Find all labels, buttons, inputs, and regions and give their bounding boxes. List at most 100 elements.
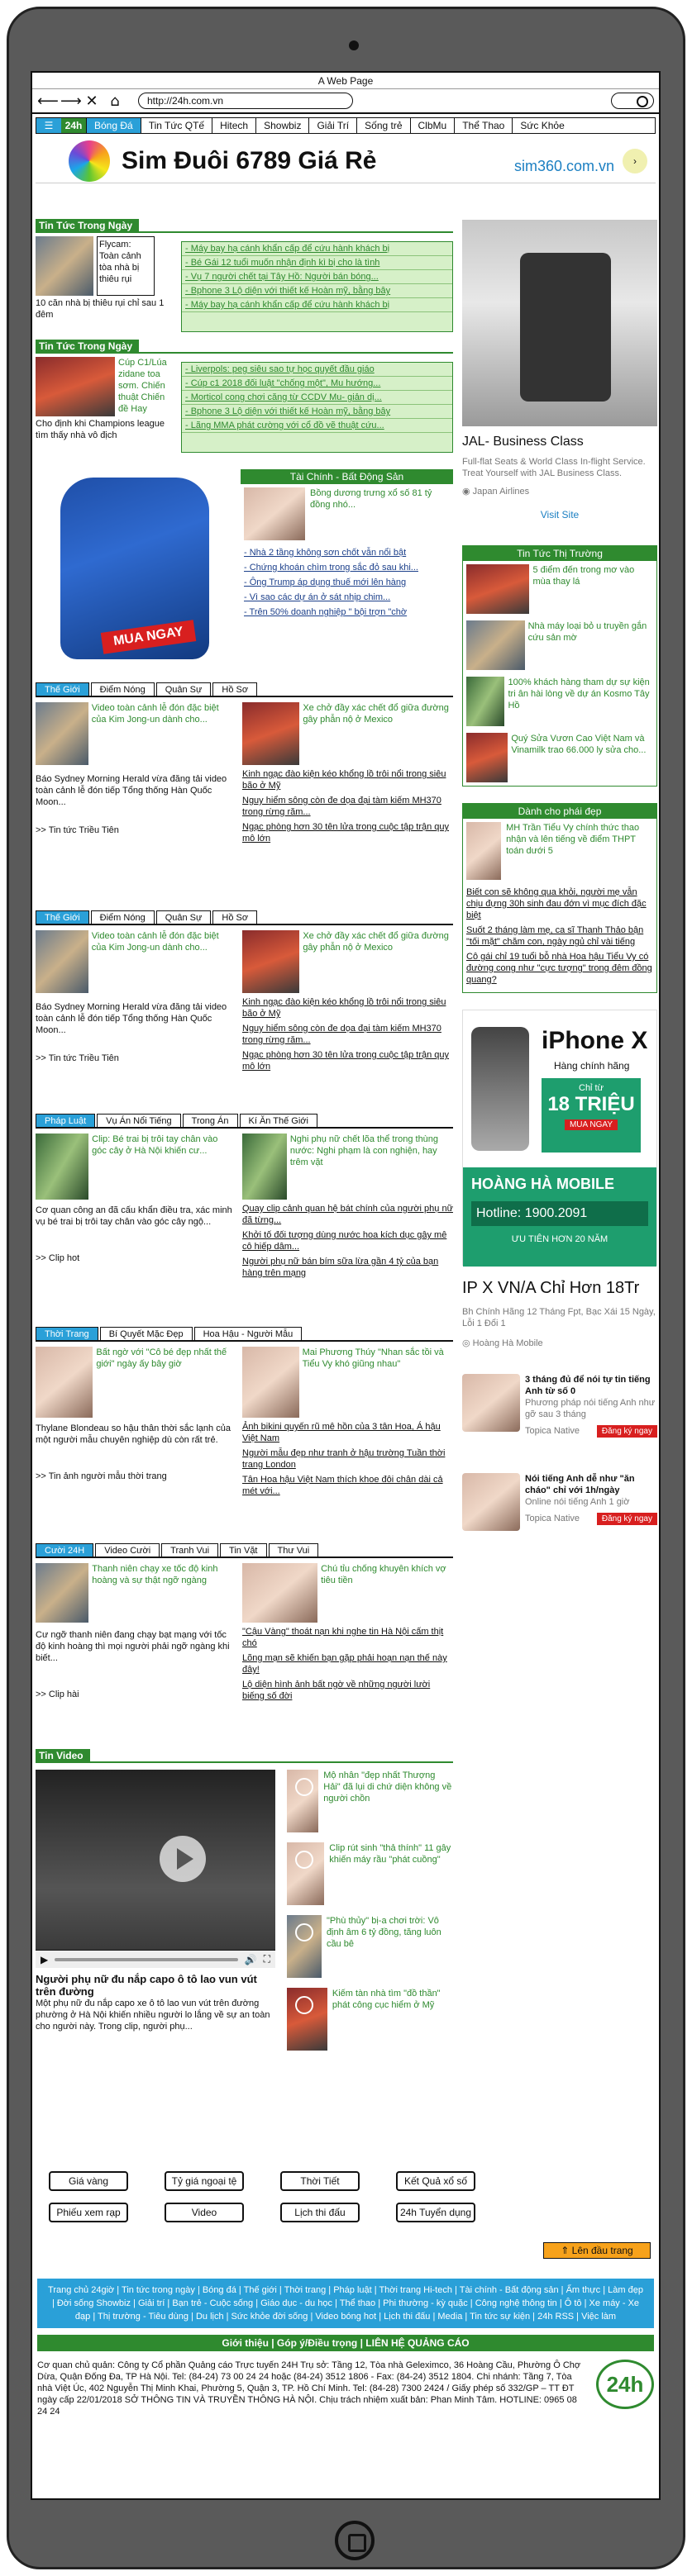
cinema-button[interactable]: Phiếu xem rạp — [49, 2203, 128, 2222]
thitruong-item[interactable]: 5 điểm đến trong mơ vào mùa thay lá — [463, 561, 656, 617]
news-link[interactable]: "Cậu Vàng" thoát nạn khi nghe tin Hà Nội… — [242, 1626, 453, 1649]
article-image[interactable] — [36, 702, 88, 765]
news-link[interactable]: Quay clip cảnh quan hệ bát chính của ngư… — [242, 1203, 453, 1226]
news-link[interactable]: - Máy bay hạ cánh khẩn cấp để cứu hành k… — [182, 298, 452, 312]
taichinh-feature[interactable]: Bồng dương trưng xổ số 81 tỷ đồng nhó... — [241, 484, 453, 544]
news-link[interactable]: Nguy hiểm sông còn đe dọa đại tàm kiếm M… — [242, 1023, 453, 1046]
news-link[interactable]: - Ông Trump áp dụng thuế mới lên hàng — [244, 577, 450, 588]
article-image[interactable] — [36, 1134, 89, 1200]
more-link[interactable]: >> Tin tức Triều Tiên — [36, 825, 234, 836]
play-icon[interactable] — [295, 1996, 313, 2014]
hamburger-icon[interactable]: ☰ — [36, 118, 61, 133]
more-link[interactable]: >> Clip hot — [36, 1252, 234, 1264]
topica-ad[interactable]: Nói tiếng Anh dễ như "ăn cháo" chỉ với 1… — [462, 1473, 657, 1564]
video-item-title[interactable]: Kiếm tàn nhà tìm "đồ thần" phát công cục… — [332, 1988, 453, 2056]
article-caption[interactable]: Chú tỉu chống khuyên khích vợ tiêu tiền — [321, 1563, 453, 1623]
video-item-title[interactable]: Mộ nhân "đẹp nhất Thượng Hải" đã lụi di … — [323, 1770, 453, 1837]
menu-item-showbiz[interactable]: Showbiz — [255, 118, 308, 133]
news-link[interactable]: Cô gái chỉ 19 tuổi bỗ nhà Hoa hậu Tiểu V… — [466, 951, 653, 986]
news-link[interactable]: - Vụ 7 người chết tại Tây Hồ: Người bán … — [182, 270, 452, 284]
thitruong-item[interactable]: Nhà máy loại bỏ u truyền gắn cứu sản mờ — [463, 617, 656, 673]
video-button[interactable]: Video — [165, 2203, 244, 2222]
url-input[interactable]: http://24h.com.vn — [138, 93, 353, 109]
news-link[interactable]: - Lãng MMA phát cường với cổ đồ vẽ thuật… — [182, 419, 452, 433]
video-player[interactable]: ▶ 🔊 ⛶ — [36, 1770, 275, 1968]
tintuc2-feature[interactable]: Cúp C1/Lúa zidane toa sơm. Chiến thuật C… — [36, 357, 176, 466]
news-link[interactable]: Nguy hiểm sông còn đe dọa đại tàm kiếm M… — [242, 795, 453, 818]
article-image[interactable] — [36, 930, 88, 993]
news-link[interactable]: - Bphone 3 Lộ diện với thiết kế Hoàn mỹ,… — [182, 284, 452, 298]
tab-cuoi24h[interactable]: Cười 24H — [36, 1543, 94, 1557]
video-item[interactable]: Kiếm tàn nhà tìm "đồ thần" phát công cục… — [287, 1988, 453, 2056]
article-caption[interactable]: Clip: Bé trai bị trôi tay chân vào góc c… — [92, 1134, 234, 1200]
weather-button[interactable]: Thời Tiết — [280, 2171, 360, 2191]
back-icon[interactable]: ⟵ — [37, 93, 59, 110]
more-link[interactable]: >> Tin ảnh người mẫu thời trang — [36, 1471, 234, 1482]
news-link[interactable]: Người mẫu đẹp như tranh ở hậu trường Tuầ… — [242, 1447, 453, 1471]
tab-hoso[interactable]: Hồ Sơ — [212, 910, 258, 924]
news-link[interactable]: - Cúp c1 2018 đối luật "chống một", Mu h… — [182, 377, 452, 391]
news-link[interactable]: - Bé Gái 12 tuổi muốn nhận định kì bị ch… — [182, 256, 452, 270]
back-to-top-button[interactable]: ⇑ Lên đầu trang — [543, 2242, 651, 2259]
tab-phapluat[interactable]: Pháp Luật — [36, 1114, 96, 1127]
search-icon[interactable] — [611, 93, 654, 109]
tab-kian[interactable]: Kí Ăn Thế Giới — [239, 1114, 317, 1127]
volume-icon[interactable]: 🔊 — [245, 1954, 257, 1965]
feature-caption[interactable]: Cúp C1/Lúa zidane toa sơm. Chiến thuật C… — [118, 357, 176, 416]
news-link[interactable]: - Bphone 3 Lộ diện với thiết kế Hoàn mỹ,… — [182, 405, 452, 419]
news-link[interactable]: Lõng mạn sẽ khiến bạn gặp phải hoạn nạn … — [242, 1652, 453, 1675]
play-button-icon[interactable]: ▶ — [41, 1954, 48, 1965]
article-image[interactable] — [36, 1347, 93, 1418]
feature-text[interactable]: 10 căn nhà bị thiêu rụi chỉ sau 1 đêm — [36, 297, 176, 321]
tab-hoahau[interactable]: Hoa Hậu - Người Mẫu — [193, 1327, 303, 1340]
tab-trongan[interactable]: Trong Án — [182, 1114, 238, 1127]
news-link[interactable]: Khởi tố đối tượng dùng nước hoa kích dục… — [242, 1229, 453, 1252]
video-item[interactable]: "Phù thủy" bị-a chơi trời: Vô định âm 6 … — [287, 1915, 453, 1983]
article-caption[interactable]: Video toàn cảnh lễ đón đặc biệt của Kim … — [92, 930, 234, 993]
fullscreen-icon[interactable]: ⛶ — [264, 1953, 270, 1965]
video-item-title[interactable]: Clip rút sinh "thả thính" 11 gây khiến m… — [329, 1842, 453, 1910]
article-image[interactable] — [242, 1347, 299, 1418]
article-caption[interactable]: Video toàn cảnh lễ đón đặc biệt của Kim … — [92, 702, 234, 765]
news-link[interactable]: - Nhà 2 tầng không sơn chốt vẫn nổi bật — [244, 547, 450, 558]
footer-bar[interactable]: Giới thiệu | Góp ý/Điều trọng | LIÊN HỆ … — [37, 2335, 654, 2351]
article-caption[interactable]: Nghi phụ nữ chết lõa thể trong thùng nướ… — [290, 1134, 453, 1200]
tintuc-feature[interactable]: Flycam: Toàn cảnh tòa nhà bị thiêu rụi 1… — [36, 236, 176, 337]
tab-thegioi[interactable]: Thế Giới — [36, 910, 89, 924]
news-link[interactable]: - Vì sao các dự án ở sát nhịp chim... — [244, 592, 450, 603]
article-text[interactable]: Báo Sydney Morning Herald vừa đăng tải v… — [36, 773, 234, 808]
more-link[interactable]: >> Clip hài — [36, 1689, 234, 1700]
news-link[interactable]: Tân Hoa hậu Việt Nam thích khoe đôi chân… — [242, 1474, 453, 1497]
tab-quansu[interactable]: Quân Sự — [155, 682, 212, 696]
news-link[interactable]: - Morticol cong chơi căng từ CCDV Mu- gi… — [182, 391, 452, 405]
feature-text[interactable]: Cho định khi Champions league tìm thấy n… — [36, 418, 176, 441]
close-icon[interactable]: ✕ — [84, 93, 100, 110]
news-link[interactable]: Ngạc phòng hơn 30 tên lửa trong cuộc tập… — [242, 1049, 453, 1072]
feature-caption[interactable]: Bồng dương trưng xổ số 81 tỷ đồng nhó... — [310, 487, 450, 540]
jobs-button[interactable]: 24h Tuyển dụng — [396, 2203, 475, 2222]
news-link[interactable]: Ngạc phòng hơn 30 tên lửa trong cuộc tập… — [242, 821, 453, 844]
article-image[interactable] — [242, 1563, 318, 1623]
gold-price-button[interactable]: Giá vàng — [49, 2171, 128, 2191]
news-link[interactable]: - Chứng khoán chìm trong sắc đỏ sau khi.… — [244, 562, 450, 573]
tab-diemnong[interactable]: Điểm Nóng — [90, 910, 155, 924]
tab-tinvat[interactable]: Tin Vặt — [220, 1543, 267, 1557]
article-text[interactable]: Cư ngỡ thanh niên đang chạy bạt mạng với… — [36, 1629, 234, 1664]
video-progress[interactable] — [55, 1957, 238, 1961]
more-link[interactable]: >> Tin tức Triều Tiên — [36, 1053, 234, 1064]
tab-videocuoi[interactable]: Video Cười — [95, 1543, 160, 1557]
play-icon[interactable] — [295, 1923, 313, 1942]
footer-links[interactable]: Trang chủ 24giờ | Tin tức trong ngày | B… — [37, 2279, 654, 2328]
home-button[interactable] — [335, 2521, 375, 2560]
article-caption[interactable]: Mai Phương Thúy "Nhan sắc tồi và Tiểu Vy… — [303, 1347, 453, 1418]
video-item[interactable]: Mộ nhân "đẹp nhất Thượng Hải" đã lụi di … — [287, 1770, 453, 1837]
article-text[interactable]: Báo Sydney Morning Herald vừa đăng tải v… — [36, 1001, 234, 1036]
thitruong-item[interactable]: Quý Sửa Vươn Cao Việt Nam và Vinamilk tr… — [463, 730, 656, 786]
play-icon[interactable] — [295, 1778, 313, 1796]
exchange-rate-button[interactable]: Tỷ giá ngoại tệ — [165, 2171, 244, 2191]
tab-tranhvui[interactable]: Tranh Vui — [161, 1543, 219, 1557]
top-banner-ad[interactable]: Sim Đuôi 6789 Giá Rẻ sim360.com.vn › — [36, 139, 656, 183]
video-item-title[interactable]: "Phù thủy" bị-a chơi trời: Vô định âm 6 … — [327, 1915, 453, 1983]
menu-item-tintuc[interactable]: Tin Tức QTế — [140, 118, 212, 133]
ad-title[interactable]: JAL- Business Class — [462, 435, 657, 449]
